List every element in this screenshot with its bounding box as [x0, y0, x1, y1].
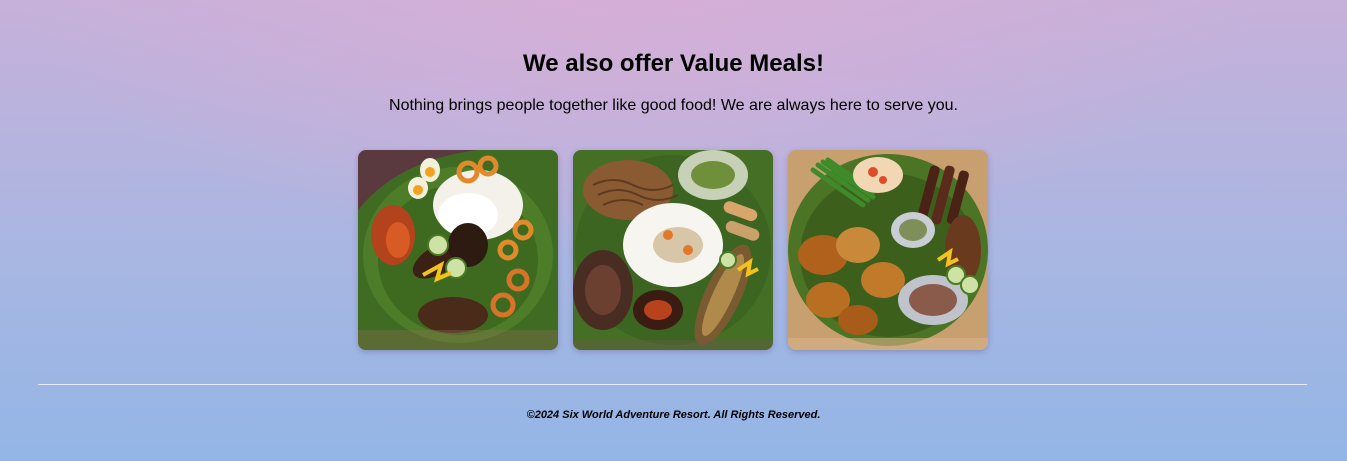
meal-photo-3: [788, 150, 988, 350]
footer-divider: [38, 384, 1307, 385]
meal-photo-2: [573, 150, 773, 350]
food-photo-icon: [358, 150, 558, 350]
section-subtitle: Nothing brings people together like good…: [389, 97, 958, 114]
food-photo-icon: [788, 150, 988, 350]
meal-photo-1: [358, 150, 558, 350]
copyright-text: ©2024 Six World Adventure Resort. All Ri…: [526, 409, 821, 421]
food-photo-icon: [573, 150, 773, 350]
section-title: We also offer Value Meals!: [523, 50, 824, 77]
meal-gallery: [358, 150, 988, 350]
site-footer: ©2024 Six World Adventure Resort. All Ri…: [0, 408, 1347, 422]
